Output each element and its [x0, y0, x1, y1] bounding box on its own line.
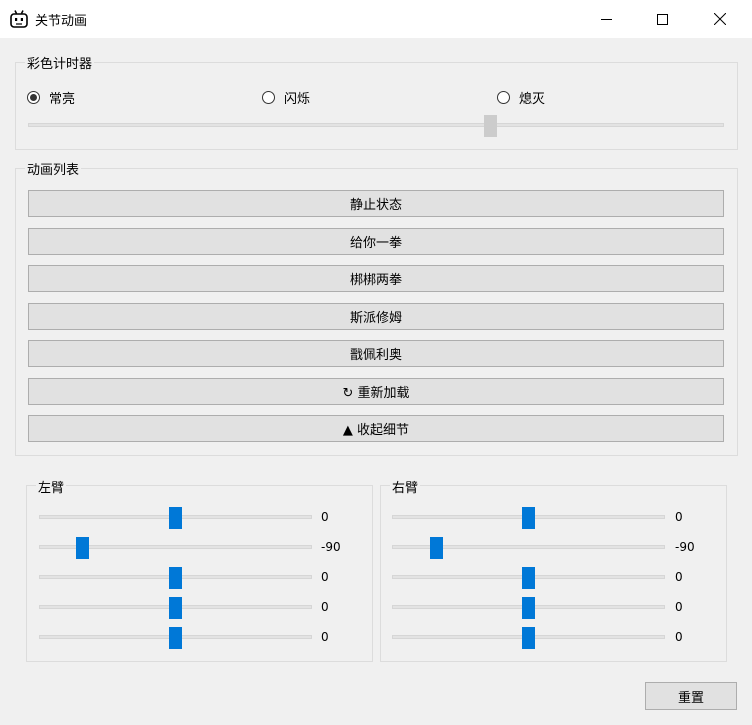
right-arm-slider-5-thumb[interactable]: [522, 627, 535, 649]
minimize-icon: [600, 18, 612, 20]
color-timer-group: [15, 62, 738, 150]
left-arm-value-1: 0: [321, 510, 329, 524]
right-arm-slider-4-thumb[interactable]: [522, 597, 535, 619]
right-arm-value-2: -90: [675, 540, 695, 554]
radio-dot: [30, 94, 37, 101]
anim-button-specium[interactable]: 斯派修姆: [28, 303, 724, 330]
left-arm-slider-1-thumb[interactable]: [169, 507, 182, 529]
title-bar: 关节动画: [0, 0, 752, 38]
left-arm-value-2: -90: [321, 540, 341, 554]
anim-button-idle[interactable]: 静止状态: [28, 190, 724, 217]
right-arm-value-5: 0: [675, 630, 683, 644]
left-arm-group-title: 左臂: [36, 477, 67, 496]
reload-button[interactable]: ↻ 重新加载: [28, 378, 724, 405]
collapse-details-button[interactable]: ▲ 收起细节: [28, 415, 724, 442]
anim-button-double-punch[interactable]: 梆梆两拳: [28, 265, 724, 292]
right-arm-slider-3-thumb[interactable]: [522, 567, 535, 589]
left-arm-slider-5-thumb[interactable]: [169, 627, 182, 649]
right-arm-slider-1-thumb[interactable]: [522, 507, 535, 529]
close-icon: [714, 13, 726, 25]
right-arm-group-title: 右臂: [390, 477, 421, 496]
minimize-button[interactable]: [577, 0, 635, 38]
radio-circle: [497, 91, 510, 104]
animation-list-group-title: 动画列表: [25, 159, 82, 178]
radio-label: 常亮: [49, 92, 76, 107]
radio-circle: [262, 91, 275, 104]
maximize-button[interactable]: [633, 0, 691, 38]
radio-blink[interactable]: 闪烁: [262, 88, 310, 107]
left-arm-value-5: 0: [321, 630, 329, 644]
window-title: 关节动画: [35, 14, 88, 29]
radio-circle: [27, 91, 40, 104]
left-arm-slider-4-thumb[interactable]: [169, 597, 182, 619]
color-timer-group-title: 彩色计时器: [25, 53, 95, 72]
radio-label: 熄灭: [519, 92, 546, 107]
radio-label: 闪烁: [284, 92, 311, 107]
left-arm-slider-2-thumb[interactable]: [76, 537, 89, 559]
left-arm-value-4: 0: [321, 600, 329, 614]
anim-button-pose[interactable]: 戬佩利奥: [28, 340, 724, 367]
robot-icon: [10, 10, 28, 28]
timer-slider-thumb[interactable]: [484, 115, 497, 137]
right-arm-value-1: 0: [675, 510, 683, 524]
maximize-icon: [656, 13, 668, 25]
radio-always-on[interactable]: 常亮: [27, 88, 75, 107]
reset-button[interactable]: 重置: [645, 682, 737, 710]
left-arm-slider-3-thumb[interactable]: [169, 567, 182, 589]
close-button[interactable]: [691, 0, 749, 38]
right-arm-slider-2-thumb[interactable]: [430, 537, 443, 559]
anim-button-punch[interactable]: 给你一拳: [28, 228, 724, 255]
left-arm-value-3: 0: [321, 570, 329, 584]
right-arm-value-4: 0: [675, 600, 683, 614]
radio-off[interactable]: 熄灭: [497, 88, 545, 107]
timer-slider-track[interactable]: [28, 123, 724, 127]
right-arm-value-3: 0: [675, 570, 683, 584]
